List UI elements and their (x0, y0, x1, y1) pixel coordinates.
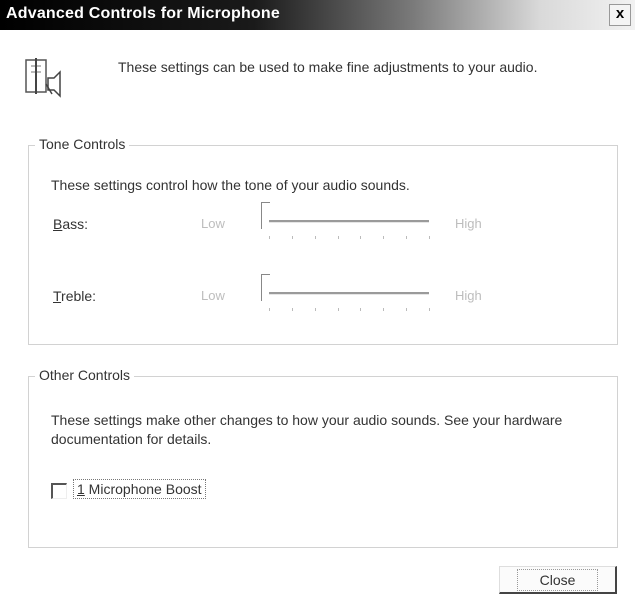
intro-text: These settings can be used to make fine … (118, 59, 538, 75)
treble-label-rest: reble: (61, 288, 97, 304)
treble-slider-tick (291, 308, 293, 311)
treble-slider-tick (314, 308, 316, 311)
bass-slider-track (269, 220, 429, 223)
other-controls-group: Other Controls These settings make other… (28, 367, 618, 548)
other-controls-description: These settings make other changes to how… (51, 412, 563, 447)
treble-slider-track (269, 292, 429, 295)
bass-slider[interactable] (261, 200, 461, 246)
tone-controls-description: These settings control how the tone of y… (51, 177, 410, 193)
treble-slider-tick (337, 308, 339, 311)
bass-low-label: Low (201, 216, 225, 231)
treble-label: Treble: (53, 288, 96, 304)
treble-high-label: High (455, 288, 482, 303)
treble-slider-thumb[interactable] (261, 274, 270, 301)
speaker-settings-icon (25, 58, 61, 98)
microphone-boost-label[interactable]: 1 Microphone Boost (73, 479, 206, 499)
microphone-boost-label-rest: Microphone Boost (84, 481, 202, 497)
title-bar[interactable]: Advanced Controls for Microphone x (0, 0, 635, 30)
treble-slider-tick (383, 308, 385, 311)
treble-mnemonic: T (53, 288, 62, 304)
bass-slider-tick (360, 236, 362, 239)
other-controls-legend: Other Controls (35, 367, 135, 383)
treble-slider-ticks (269, 308, 430, 312)
bass-slider-tick (291, 236, 293, 239)
microphone-boost-checkbox[interactable] (51, 483, 67, 499)
tone-controls-legend: Tone Controls (35, 136, 130, 152)
bass-slider-tick (337, 236, 339, 239)
bass-high-label: High (455, 216, 482, 231)
microphone-boost-mnemonic: 1 (77, 481, 85, 497)
treble-low-label: Low (201, 288, 225, 303)
bass-slider-ticks (269, 236, 430, 240)
bass-label-rest: ass: (62, 216, 89, 232)
treble-slider-tick (406, 308, 408, 311)
bass-slider-tick (314, 236, 316, 239)
close-button[interactable]: Close (499, 566, 617, 594)
bass-slider-tick (429, 236, 430, 239)
bass-slider-tick (406, 236, 408, 239)
bass-slider-tick (383, 236, 385, 239)
treble-slider-tick (429, 308, 430, 311)
bass-label: Bass: (53, 216, 88, 232)
tone-controls-group: Tone Controls These settings control how… (28, 136, 618, 345)
treble-slider[interactable] (261, 272, 461, 318)
close-button-label: Close (516, 568, 599, 591)
bass-mnemonic: B (53, 216, 63, 232)
treble-slider-tick (360, 308, 362, 311)
close-icon[interactable]: x (609, 4, 631, 26)
treble-slider-tick (269, 308, 270, 311)
bass-slider-thumb[interactable] (261, 202, 270, 229)
bass-slider-tick (269, 236, 270, 239)
window-title: Advanced Controls for Microphone (6, 5, 280, 22)
